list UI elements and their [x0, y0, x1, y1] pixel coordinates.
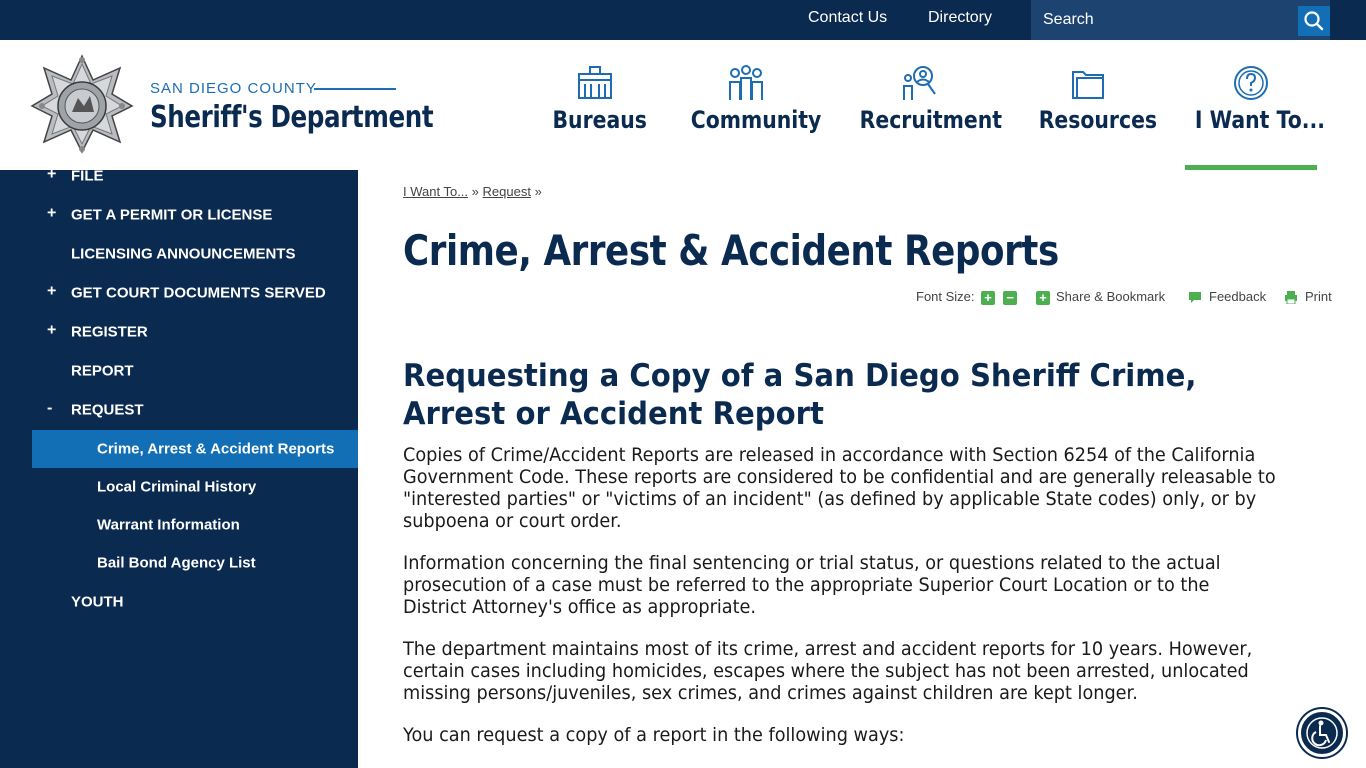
breadcrumb-separator: »: [534, 184, 542, 199]
nav-bureaus[interactable]: Bureaus: [545, 40, 647, 170]
sidebar-item-label: FILE: [71, 167, 104, 184]
recruit-search-icon: [903, 66, 936, 100]
sidebar-item-request[interactable]: - REQUEST: [0, 390, 358, 429]
sidebar-item-label: GET A PERMIT OR LICENSE: [71, 206, 273, 223]
sidebar-item-label: REQUEST: [71, 401, 144, 418]
expand-toggle[interactable]: +: [47, 282, 56, 300]
sidebar-item-label: YOUTH: [71, 593, 124, 610]
sidebar-item-label: REPORT: [71, 362, 134, 379]
nav-active-indicator: [1185, 165, 1317, 170]
accessibility-icon: [1306, 717, 1338, 749]
building-icon: [578, 66, 612, 99]
font-increase-button[interactable]: +: [981, 291, 995, 305]
sidebar-subitem-label: Bail Bond Agency List: [97, 554, 256, 572]
sidebar-item-report[interactable]: REPORT: [0, 351, 358, 390]
sidebar-subitem-label: Warrant Information: [97, 516, 240, 534]
page-title: Crime, Arrest & Accident Reports: [403, 226, 1059, 275]
sidebar-item-licensing[interactable]: LICENSING ANNOUNCEMENTS: [0, 234, 358, 273]
sheriff-badge-logo[interactable]: [30, 54, 134, 154]
sidebar-item-label: LICENSING ANNOUNCEMENTS: [71, 245, 296, 262]
expand-toggle[interactable]: +: [47, 165, 56, 183]
nav-community[interactable]: Community: [681, 40, 822, 170]
content-heading: Requesting a Copy of a San Diego Sheriff…: [403, 358, 1197, 432]
contact-us-link[interactable]: Contact Us: [808, 9, 887, 27]
sidebar-subitem-criminal-history[interactable]: Local Criminal History: [32, 468, 358, 506]
nav-recruitment-label: Recruitment: [859, 106, 1002, 134]
feedback-icon[interactable]: [1188, 290, 1202, 304]
content-paragraph: Information concerning the final sentenc…: [403, 552, 1221, 618]
search-icon: [1304, 11, 1324, 31]
content-paragraph: Copies of Crime/Accident Reports are rel…: [403, 444, 1276, 532]
sidebar-item-label: REGISTER: [71, 323, 148, 340]
nav-community-label: Community: [690, 106, 822, 134]
people-icon: [729, 65, 763, 100]
print-icon[interactable]: [1284, 290, 1298, 304]
site-header: SAN DIEGO COUNTY Sheriff's Department Bu…: [0, 40, 1366, 170]
breadcrumb-link-request[interactable]: Request: [483, 184, 531, 199]
breadcrumb: I Want To... » Request »: [403, 184, 542, 199]
search-box: [1031, 0, 1330, 40]
nav-recruitment[interactable]: Recruitment: [849, 40, 1002, 170]
expand-toggle[interactable]: +: [47, 204, 56, 222]
sidebar-subitem-label: Crime, Arrest & Accident Reports: [97, 440, 335, 458]
question-icon: [1234, 66, 1268, 100]
share-icon[interactable]: +: [1036, 291, 1050, 305]
sidebar-item-youth[interactable]: YOUTH: [0, 582, 358, 621]
font-size-label: Font Size:: [916, 289, 975, 304]
collapse-toggle[interactable]: -: [47, 399, 52, 417]
sidebar-item-file[interactable]: + FILE: [0, 156, 358, 195]
sidebar-item-register[interactable]: + REGISTER: [0, 312, 358, 351]
sidebar-item-label: GET COURT DOCUMENTS SERVED: [71, 284, 326, 301]
logo-county-text[interactable]: SAN DIEGO COUNTY: [150, 80, 317, 97]
nav-resources-label: Resources: [1038, 106, 1158, 134]
feedback-link[interactable]: Feedback: [1209, 289, 1266, 304]
accessibility-button[interactable]: [1298, 709, 1346, 757]
nav-bureaus-label: Bureaus: [552, 106, 647, 134]
sidebar-subitem-bail-bond[interactable]: Bail Bond Agency List: [32, 544, 358, 582]
print-link[interactable]: Print: [1305, 289, 1332, 304]
nav-i-want-to[interactable]: I Want To...: [1185, 40, 1325, 170]
sidebar-item-permit[interactable]: + GET A PERMIT OR LICENSE: [0, 195, 358, 234]
sidebar-subitem-crime-reports[interactable]: Crime, Arrest & Accident Reports: [32, 430, 358, 468]
directory-link[interactable]: Directory: [928, 9, 992, 27]
nav-resources[interactable]: Resources: [1030, 40, 1158, 170]
share-bookmark-link[interactable]: Share & Bookmark: [1056, 289, 1165, 304]
font-decrease-button[interactable]: −: [1003, 291, 1017, 305]
folder-icon: [1072, 71, 1104, 99]
sidebar-item-court-documents[interactable]: + GET COURT DOCUMENTS SERVED: [0, 273, 358, 312]
logo-divider: [314, 88, 396, 90]
expand-toggle[interactable]: +: [47, 321, 56, 339]
sidebar-nav: + FILE + GET A PERMIT OR LICENSE LICENSI…: [0, 165, 358, 768]
top-utility-bar: Contact Us Directory: [0, 0, 1366, 40]
sidebar-subitem-warrant-info[interactable]: Warrant Information: [32, 506, 358, 544]
breadcrumb-link-i-want-to[interactable]: I Want To...: [403, 184, 468, 199]
breadcrumb-separator: »: [471, 184, 479, 199]
search-button[interactable]: [1298, 6, 1330, 36]
content-paragraph: The department maintains most of its cri…: [403, 638, 1253, 704]
sidebar-subitem-label: Local Criminal History: [97, 478, 257, 496]
content-paragraph: You can request a copy of a report in th…: [403, 724, 905, 746]
search-input[interactable]: [1031, 0, 1297, 40]
nav-i-want-to-label: I Want To...: [1194, 106, 1325, 134]
logo-department-text[interactable]: Sheriff's Department: [150, 100, 434, 135]
